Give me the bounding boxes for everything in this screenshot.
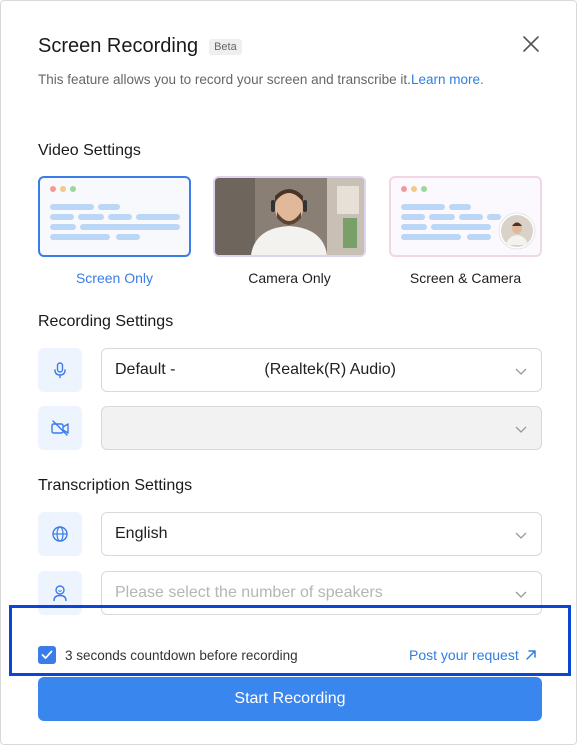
microphone-select[interactable]: Default - (Realtek(R) Audio) [101, 348, 542, 392]
chevron-down-icon [515, 368, 527, 375]
globe-icon [38, 512, 82, 556]
highlight-box [9, 605, 571, 676]
dialog-description: This feature allows you to record your s… [38, 72, 484, 87]
close-icon[interactable] [520, 33, 542, 55]
chevron-down-icon [515, 591, 527, 598]
camera-select[interactable] [101, 406, 542, 450]
camera-only-label: Camera Only [248, 270, 331, 286]
avatar [498, 212, 536, 250]
start-recording-button[interactable]: Start Recording [38, 677, 542, 721]
language-select-value: English [115, 525, 168, 542]
transcription-settings-heading: Transcription Settings [38, 477, 193, 494]
window-dots-icon [401, 186, 427, 192]
window-dots-icon [50, 186, 76, 192]
screen-and-camera-option[interactable] [389, 176, 542, 257]
learn-more-link[interactable]: Learn more. [411, 72, 484, 87]
beta-badge: Beta [209, 38, 242, 55]
language-select[interactable]: English [101, 512, 542, 556]
chevron-down-icon [515, 532, 527, 539]
screen-and-camera-label: Screen & Camera [409, 270, 522, 286]
recording-settings-heading: Recording Settings [38, 313, 174, 330]
camera-off-icon [38, 406, 82, 450]
microphone-select-value: Default - (Realtek(R) Audio) [115, 361, 396, 378]
dialog-title: Screen Recording [38, 35, 199, 57]
microphone-icon [38, 348, 82, 392]
description-text: This feature allows you to record your s… [38, 72, 411, 87]
screen-only-option[interactable] [38, 176, 191, 257]
camera-preview-image [215, 178, 364, 255]
camera-only-option[interactable] [213, 176, 366, 257]
dialog-header: Screen Recording Beta [38, 35, 242, 58]
screen-recording-dialog: Screen Recording Beta This feature allow… [0, 0, 577, 745]
speakers-select-placeholder: Please select the number of speakers [115, 584, 383, 601]
video-settings-heading: Video Settings [38, 142, 141, 159]
chevron-down-icon [515, 426, 527, 433]
screen-only-label: Screen Only [75, 270, 154, 286]
